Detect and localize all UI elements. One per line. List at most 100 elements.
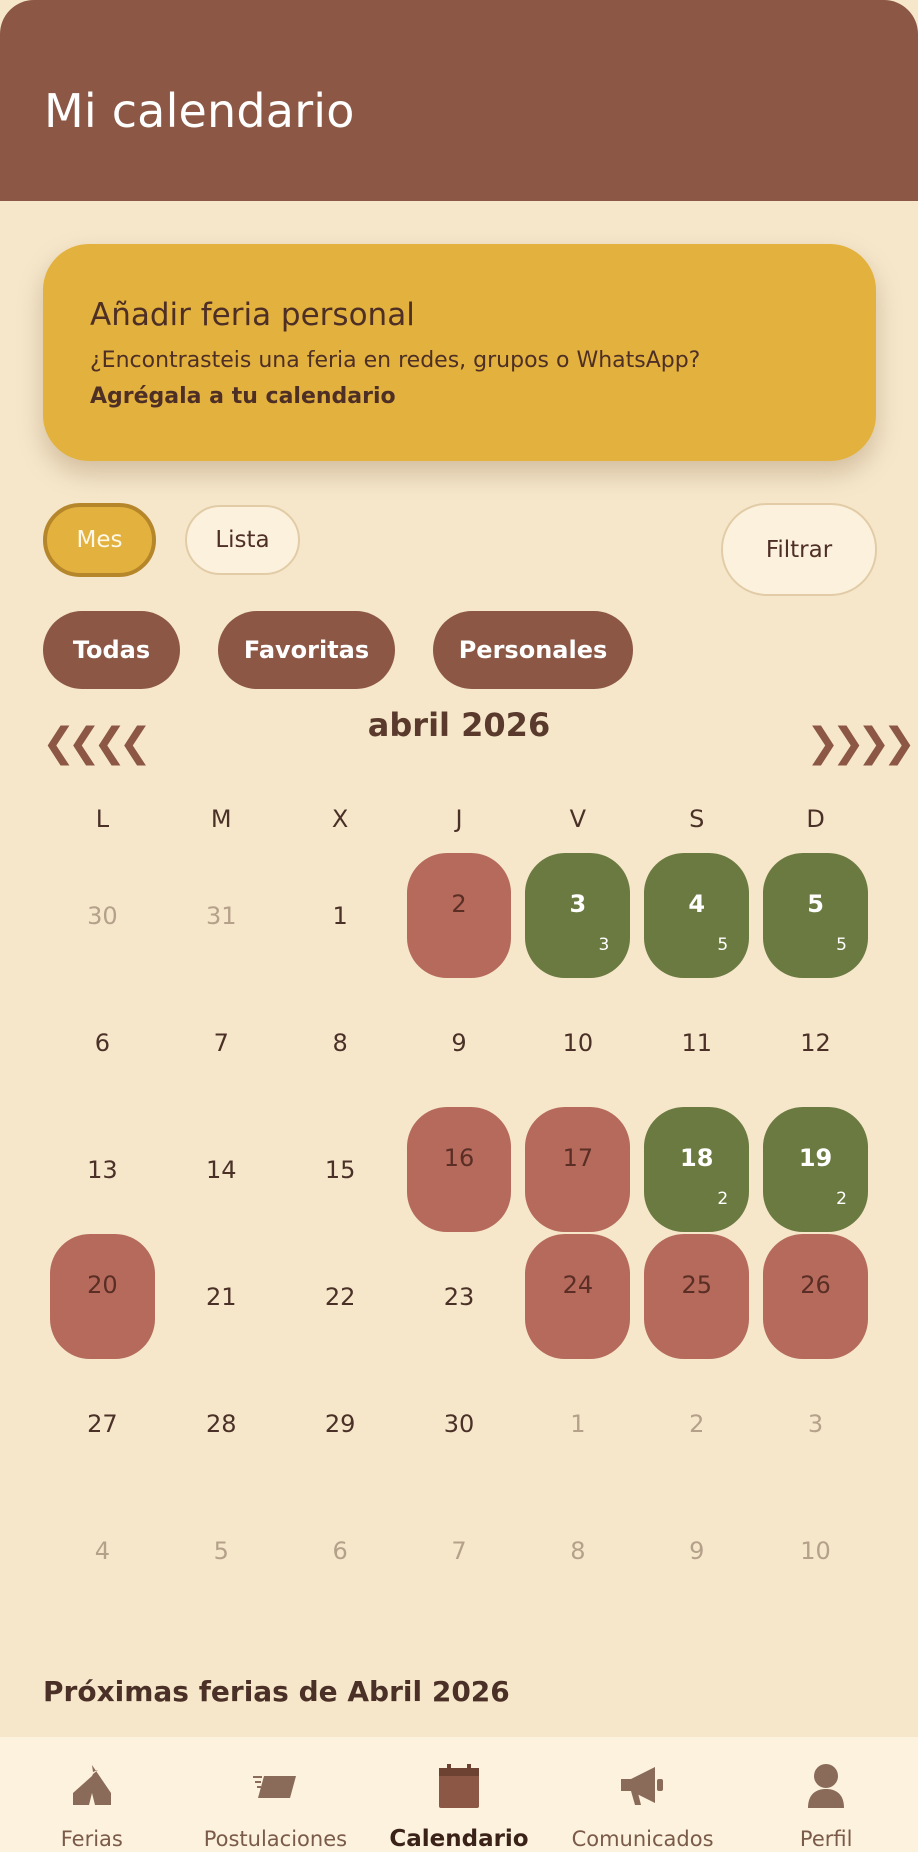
calendar-day[interactable]: 31 bbox=[162, 852, 281, 979]
tent-icon bbox=[67, 1761, 117, 1811]
nav-item-comunicados[interactable]: Comunicados bbox=[551, 1737, 735, 1852]
weekday-label: X bbox=[331, 805, 349, 833]
day-number: 22 bbox=[324, 1282, 356, 1311]
calendar-day[interactable]: 27 bbox=[43, 1360, 162, 1487]
calendar-day[interactable]: 8 bbox=[281, 979, 400, 1106]
calendar-day[interactable]: 6 bbox=[281, 1487, 400, 1614]
calendar-day[interactable]: 55 bbox=[756, 852, 875, 979]
day-number: 16 bbox=[443, 1143, 475, 1172]
promo-link[interactable]: Agrégala a tu calendario bbox=[90, 384, 396, 409]
calendar-day[interactable]: 6 bbox=[43, 979, 162, 1106]
calendar-day[interactable]: 19 2 bbox=[756, 1106, 875, 1233]
calendar-day[interactable]: 22 bbox=[281, 1233, 400, 1360]
day-number: 26 bbox=[800, 1270, 831, 1299]
view-list-button[interactable]: Lista bbox=[185, 505, 300, 575]
nav-item-calendario[interactable]: Calendario bbox=[367, 1737, 551, 1852]
calendar-day[interactable]: 20 bbox=[43, 1233, 162, 1360]
nav-label: Comunicados bbox=[571, 1827, 714, 1851]
day-number: 18 bbox=[680, 1143, 714, 1172]
nav-label: Ferias bbox=[60, 1827, 123, 1851]
calendar-day[interactable]: 18 2 bbox=[637, 1106, 756, 1233]
calendar-day[interactable]: 13 bbox=[43, 1106, 162, 1233]
day-number: 10 bbox=[562, 1028, 594, 1057]
weekday-label: M bbox=[210, 805, 232, 833]
day-number: 15 bbox=[324, 1155, 356, 1184]
calendar-day[interactable]: 3 bbox=[756, 1360, 875, 1487]
day-number: 25 bbox=[681, 1270, 712, 1299]
nav-item-perfil[interactable]: Perfil bbox=[734, 1737, 918, 1852]
day-number: 2 bbox=[451, 889, 467, 918]
event-count: 5 bbox=[717, 935, 729, 955]
calendar-day[interactable]: 9 bbox=[400, 979, 519, 1106]
view-month-button[interactable]: Mes bbox=[43, 503, 156, 577]
calendar-day[interactable]: 15 bbox=[281, 1106, 400, 1233]
day-number: 21 bbox=[206, 1282, 237, 1311]
day-number: 5 bbox=[807, 889, 824, 918]
nav-label: Postulaciones bbox=[203, 1827, 348, 1851]
day-number: 4 bbox=[94, 1536, 111, 1565]
calendar-day[interactable]: 33 bbox=[518, 852, 637, 979]
calendar-day[interactable]: 21 bbox=[162, 1233, 281, 1360]
calendar-day[interactable]: 45 bbox=[637, 852, 756, 979]
chip-all[interactable]: Todas bbox=[43, 611, 180, 689]
day-number: 24 bbox=[562, 1270, 594, 1299]
chip-favorites[interactable]: Favoritas bbox=[218, 611, 395, 689]
day-number: 30 bbox=[443, 1409, 475, 1438]
event-count: 2 bbox=[836, 1189, 847, 1209]
day-number: 7 bbox=[213, 1028, 229, 1057]
calendar-day[interactable]: 8 bbox=[518, 1487, 637, 1614]
day-number: 29 bbox=[324, 1409, 356, 1438]
calendar-day[interactable]: 1 bbox=[281, 852, 400, 979]
add-personal-fair-card[interactable]: Añadir feria personal ¿Encontrasteis una… bbox=[43, 244, 876, 461]
app-header: Mi calendario bbox=[0, 0, 918, 201]
ticket-icon bbox=[250, 1761, 300, 1811]
calendar-day[interactable]: 10 bbox=[756, 1487, 875, 1614]
weekday-label: D bbox=[806, 805, 825, 833]
day-number: 23 bbox=[443, 1282, 475, 1311]
calendar-day[interactable]: 14 bbox=[162, 1106, 281, 1233]
calendar-day[interactable]: 16 bbox=[400, 1106, 519, 1233]
calendar-day[interactable]: 23 bbox=[400, 1233, 519, 1360]
day-number: 8 bbox=[570, 1536, 586, 1565]
day-number: 31 bbox=[206, 901, 237, 930]
day-number: 6 bbox=[332, 1536, 348, 1565]
calendar-day[interactable]: 30 bbox=[400, 1360, 519, 1487]
calendar-day[interactable]: 7 bbox=[400, 1487, 519, 1614]
day-number: 9 bbox=[451, 1028, 467, 1057]
calendar-day[interactable]: 29 bbox=[281, 1360, 400, 1487]
calendar-day[interactable]: 9 bbox=[637, 1487, 756, 1614]
calendar-grid: 30 31 1 2 3 3 4 5 5 5 6 7 8 9 10 11 12 13 14 15 16 17 18 2 19 2 20… bbox=[43, 852, 875, 1614]
calendar-day[interactable]: 10 bbox=[518, 979, 637, 1106]
next-month-button[interactable]: ❯❯❯❯ bbox=[806, 720, 916, 766]
nav-item-ferias[interactable]: Ferias bbox=[0, 1737, 184, 1852]
calendar-day[interactable]: 12 bbox=[756, 979, 875, 1106]
chip-personal[interactable]: Personales bbox=[433, 611, 633, 689]
calendar-day[interactable]: 7 bbox=[162, 979, 281, 1106]
day-number: 17 bbox=[562, 1143, 594, 1172]
calendar-day[interactable]: 25 bbox=[637, 1233, 756, 1360]
day-number: 8 bbox=[332, 1028, 348, 1057]
calendar-day[interactable]: 5 bbox=[162, 1487, 281, 1614]
day-number: 27 bbox=[87, 1409, 118, 1438]
bottom-navigation: Ferias Postulaciones Calendario Comunica… bbox=[0, 1737, 918, 1852]
filter-button[interactable]: Filtrar bbox=[721, 503, 877, 596]
weekday-label: S bbox=[689, 805, 705, 833]
calendar-day[interactable]: 26 bbox=[756, 1233, 875, 1360]
nav-label: Calendario bbox=[389, 1826, 529, 1852]
day-number: 2 bbox=[689, 1409, 705, 1438]
person-icon bbox=[804, 1761, 848, 1811]
calendar-day[interactable]: 2 bbox=[400, 852, 519, 979]
month-title: abril 2026 bbox=[367, 706, 551, 744]
calendar-day[interactable]: 28 bbox=[162, 1360, 281, 1487]
calendar-day[interactable]: 1 bbox=[518, 1360, 637, 1487]
nav-label: Perfil bbox=[799, 1827, 853, 1851]
calendar-day[interactable]: 30 bbox=[43, 852, 162, 979]
calendar-day[interactable]: 11 bbox=[637, 979, 756, 1106]
calendar-day[interactable]: 2 bbox=[637, 1360, 756, 1487]
day-number: 13 bbox=[87, 1155, 118, 1184]
calendar-day[interactable]: 17 bbox=[518, 1106, 637, 1233]
nav-item-postulaciones[interactable]: Postulaciones bbox=[184, 1737, 368, 1852]
calendar-day[interactable]: 4 bbox=[43, 1487, 162, 1614]
day-number: 28 bbox=[206, 1409, 237, 1438]
calendar-day[interactable]: 24 bbox=[518, 1233, 637, 1360]
